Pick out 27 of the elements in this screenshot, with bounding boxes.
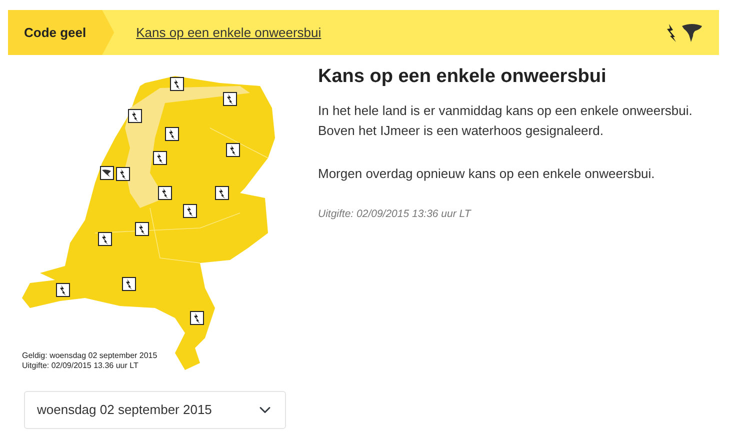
waterspout-icon	[100, 166, 114, 180]
lightning-icon	[135, 222, 149, 236]
warning-title: Kans op een enkele onweersbui	[318, 66, 608, 89]
lightning-icon	[153, 151, 167, 165]
date-select[interactable]: woensdag 02 september 2015	[24, 391, 286, 429]
lightning-icon	[183, 204, 197, 218]
headline-link[interactable]: Kans op een enkele onweersbui	[136, 22, 322, 42]
lightning-icon	[158, 186, 172, 200]
lightning-icon	[122, 277, 136, 291]
warning-paragraph: In het hele land is er vanmiddag kans op een enkele onweersbui. Boven het IJmeer is een waterhoos gesignaleerd.	[318, 102, 694, 140]
lightning-icon	[116, 167, 130, 181]
issued-text: Uitgifte: 02/09/2015 13:36 uur LT	[318, 206, 472, 222]
lightning-icon	[56, 283, 70, 297]
lightning-icon	[223, 92, 237, 106]
lightning-icon	[667, 24, 677, 42]
lightning-icon	[215, 186, 229, 200]
lightning-icon	[226, 143, 240, 157]
tornado-icon	[681, 22, 703, 42]
warning-level-label: Code geel	[8, 10, 114, 55]
lightning-icon	[165, 127, 179, 141]
lightning-icon	[190, 311, 204, 325]
lightning-icon	[128, 109, 142, 123]
lightning-icon	[98, 232, 112, 246]
map-caption: Geldig: woensdag 02 september 2015	[22, 352, 158, 360]
warning-paragraph: Morgen overdag opnieuw kans op een enkele onweersbui.	[318, 164, 656, 183]
map-caption: Uitgifte: 02/09/2015 13.36 uur LT	[22, 362, 138, 370]
lightning-icon	[170, 77, 184, 91]
